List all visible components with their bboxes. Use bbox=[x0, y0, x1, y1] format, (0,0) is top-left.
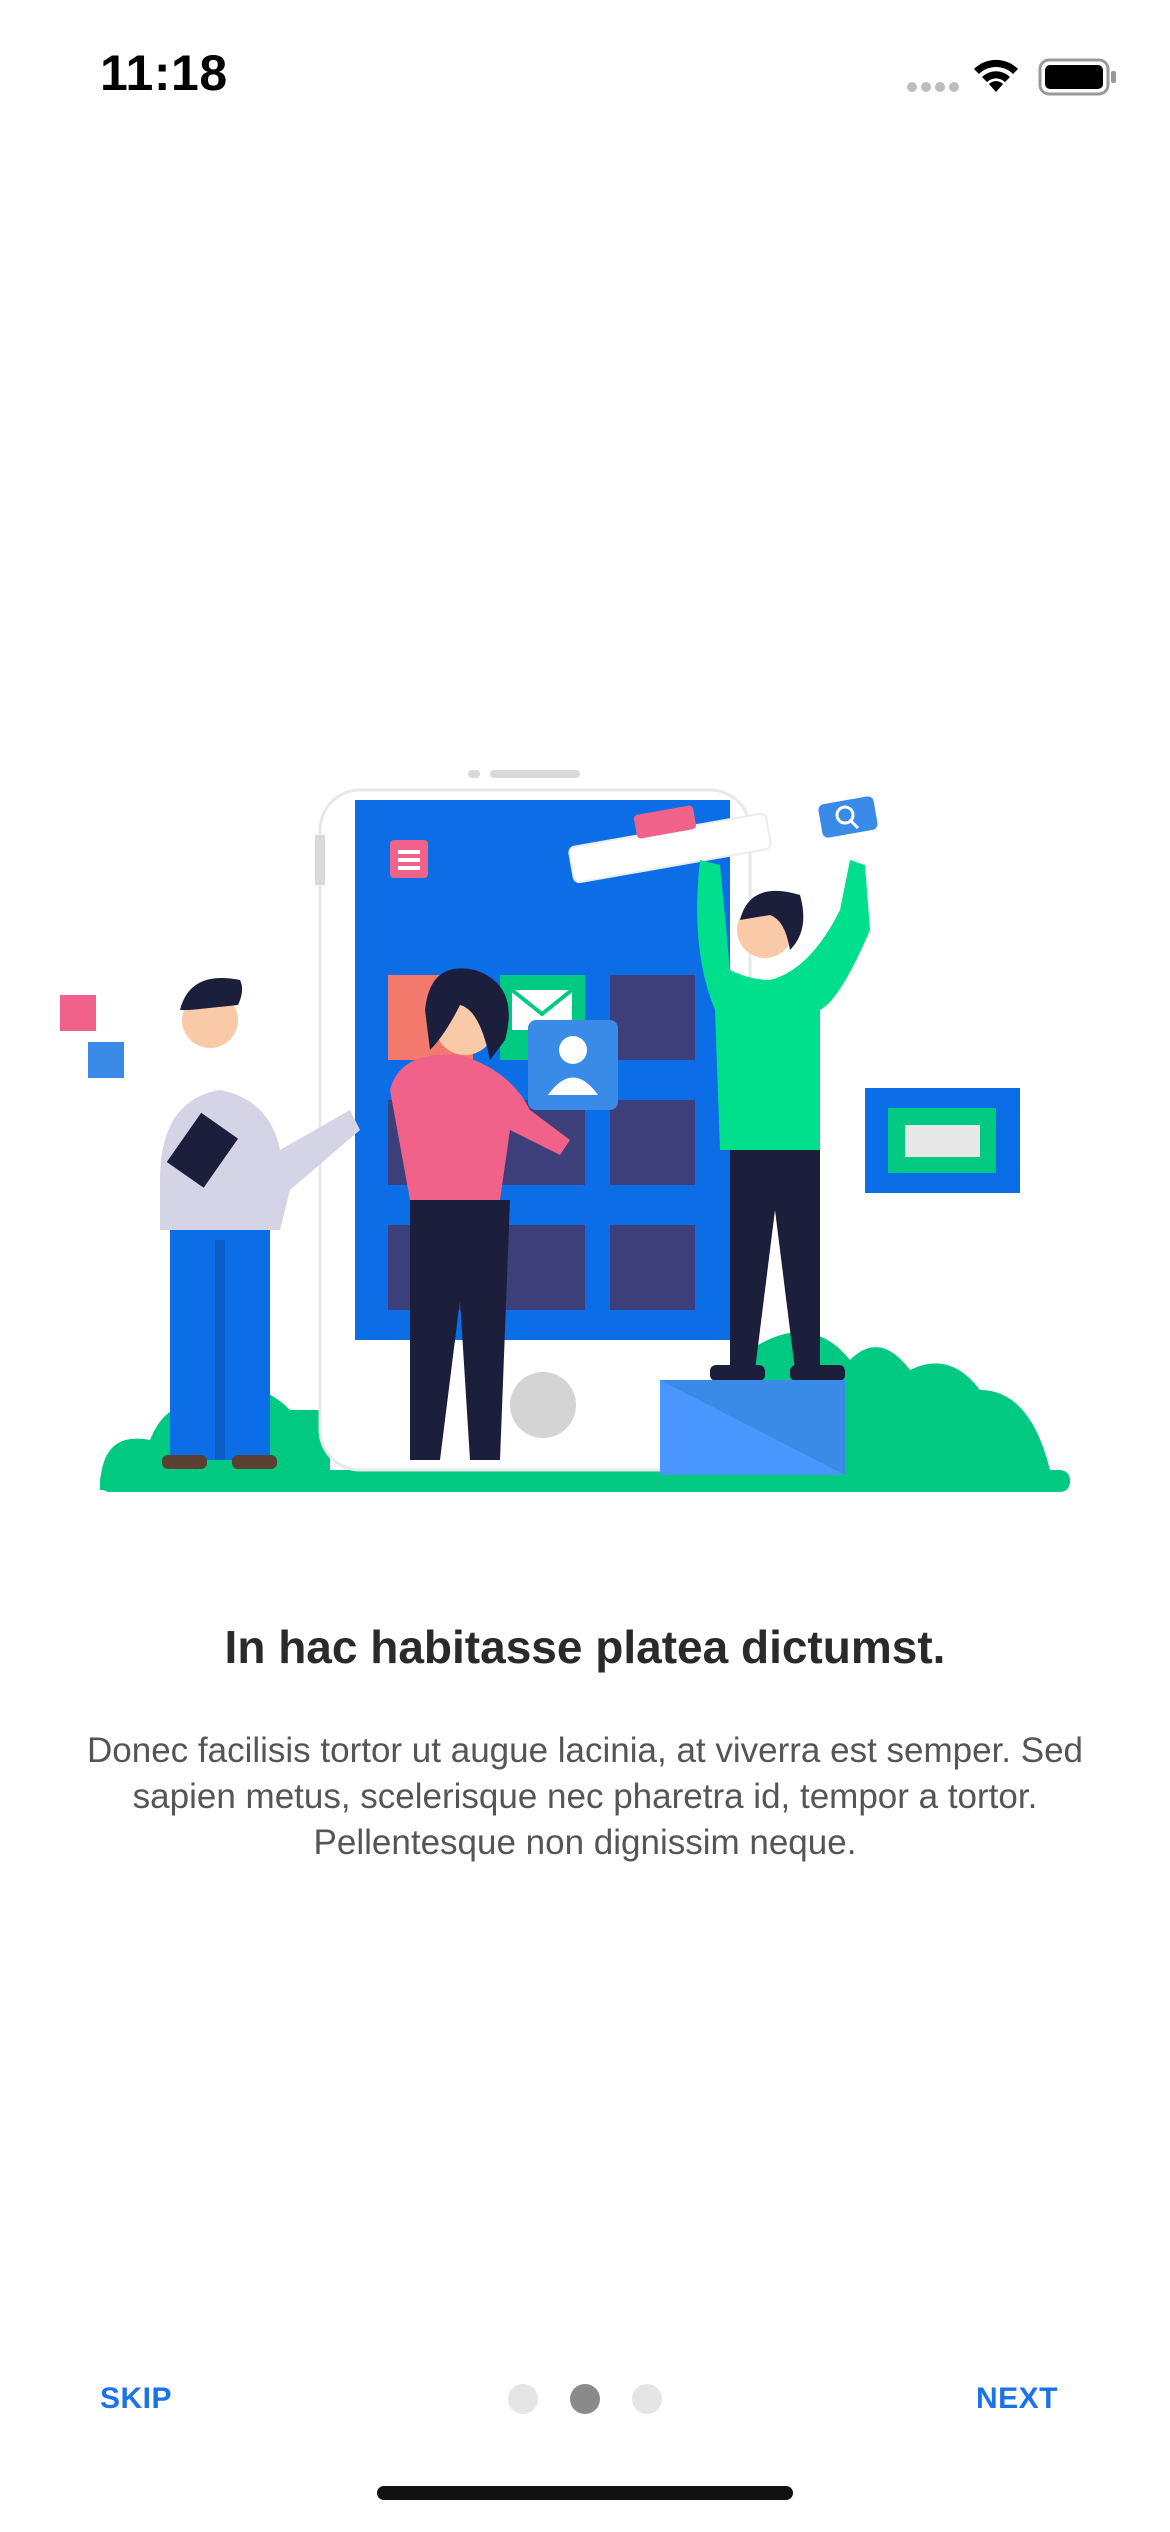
page-indicator bbox=[508, 2384, 662, 2416]
onboarding-footer: SKIP NEXT bbox=[0, 2360, 1170, 2440]
battery-icon bbox=[1038, 58, 1116, 96]
wifi-icon bbox=[974, 59, 1018, 92]
page-dot-3[interactable] bbox=[632, 2384, 662, 2414]
next-button[interactable]: NEXT bbox=[976, 2382, 1058, 2416]
status-time: 11:18 bbox=[100, 45, 228, 101]
skip-button[interactable]: SKIP bbox=[100, 2382, 172, 2416]
status-bar: 11:18 bbox=[0, 0, 1170, 140]
onboarding-description: Donec facilisis tortor ut augue lacinia,… bbox=[86, 1731, 1084, 1862]
onboarding-title: In hac habitasse platea dictumst. bbox=[224, 1621, 946, 1673]
home-indicator bbox=[377, 2486, 793, 2500]
team-building-app-illustration bbox=[60, 770, 1070, 1492]
page-dot-2[interactable] bbox=[570, 2384, 600, 2414]
page-dot-1[interactable] bbox=[508, 2384, 538, 2414]
cellular-signal-icon bbox=[907, 82, 959, 92]
